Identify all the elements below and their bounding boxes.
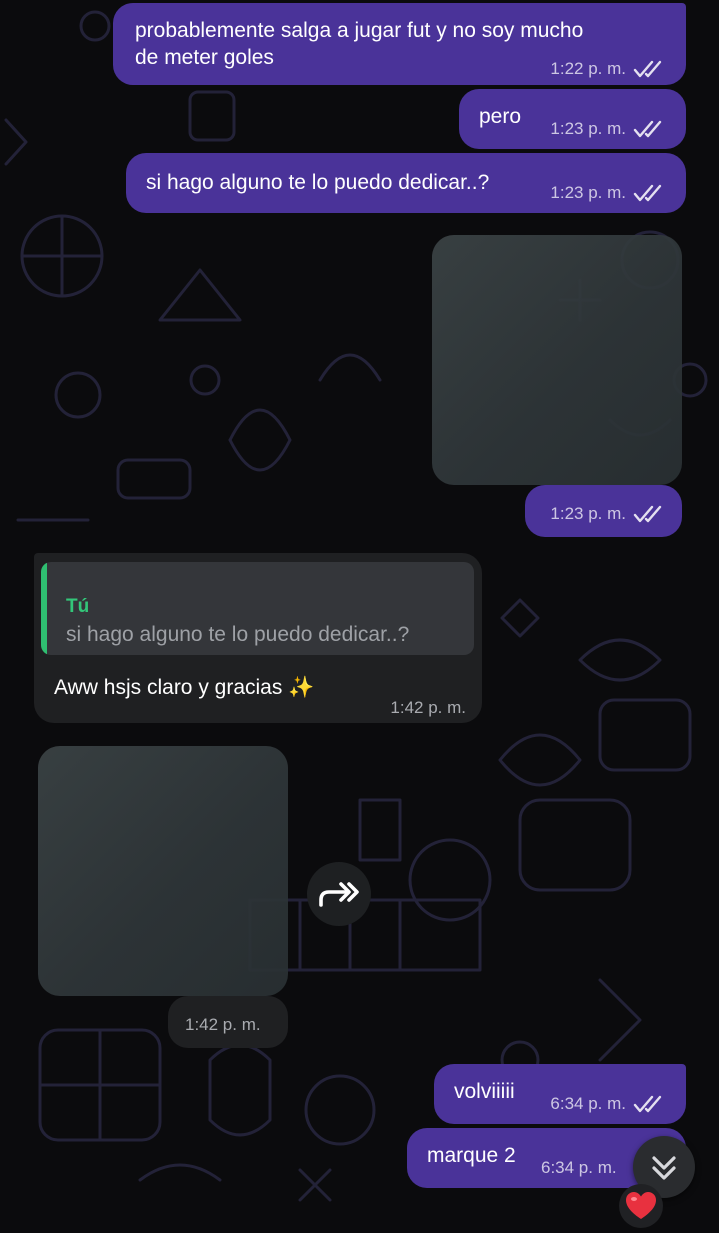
image-time-pill: 1:23 p. m. bbox=[525, 485, 682, 537]
message-reaction[interactable] bbox=[619, 1184, 663, 1228]
message-meta: 1:42 p. m. bbox=[185, 1011, 261, 1038]
outgoing-message[interactable]: pero 1:23 p. m. bbox=[459, 89, 686, 149]
image-time-pill: 1:42 p. m. bbox=[168, 996, 288, 1048]
message-meta: 6:34 p. m. bbox=[550, 1090, 667, 1117]
quoted-message[interactable]: Tú si hago alguno te lo puedo dedicar..? bbox=[41, 562, 474, 655]
message-meta: 1:23 p. m. bbox=[550, 115, 667, 142]
outgoing-message[interactable]: si hago alguno te lo puedo dedicar..? 1:… bbox=[126, 153, 686, 213]
message-time: 1:42 p. m. bbox=[185, 1015, 261, 1034]
quote-text: si hago alguno te lo puedo dedicar..? bbox=[66, 623, 410, 646]
message-meta: 6:34 p. m. bbox=[541, 1154, 617, 1181]
quote-author: Tú bbox=[66, 596, 90, 617]
forward-icon bbox=[319, 882, 359, 907]
message-time: 1:23 p. m. bbox=[550, 119, 626, 138]
message-time: 1:22 p. m. bbox=[550, 59, 626, 78]
double-check-icon bbox=[633, 1095, 662, 1112]
message-time: 6:34 p. m. bbox=[550, 1094, 626, 1113]
message-text: marque 2 bbox=[427, 1144, 516, 1167]
message-meta: 1:23 p. m. bbox=[550, 500, 667, 527]
heart-icon bbox=[626, 1192, 656, 1219]
double-check-icon bbox=[633, 60, 662, 77]
message-meta: 1:42 p. m. bbox=[390, 694, 466, 721]
forward-button[interactable] bbox=[307, 862, 371, 926]
quote-accent-bar bbox=[41, 562, 47, 655]
message-text: pero bbox=[479, 105, 522, 128]
message-time: 1:23 p. m. bbox=[550, 183, 626, 202]
double-check-icon bbox=[633, 184, 662, 201]
message-text: Aww hsjs claro y gracias ✨ bbox=[54, 676, 315, 699]
message-text: de meter goles bbox=[135, 46, 274, 69]
double-check-icon bbox=[633, 505, 662, 522]
shared-image[interactable] bbox=[38, 746, 288, 996]
message-time: 1:23 p. m. bbox=[550, 504, 626, 523]
message-text: volviiiii bbox=[454, 1080, 515, 1103]
outgoing-message[interactable]: probablemente salga a jugar fut y no soy… bbox=[113, 3, 686, 85]
message-time: 1:42 p. m. bbox=[390, 698, 466, 717]
shared-image[interactable] bbox=[432, 235, 682, 485]
message-text: si hago alguno te lo puedo dedicar..? bbox=[146, 171, 490, 194]
message-meta: 1:23 p. m. bbox=[550, 179, 667, 206]
incoming-message[interactable]: Tú si hago alguno te lo puedo dedicar..?… bbox=[34, 553, 482, 723]
message-text: probablemente salga a jugar fut y no soy… bbox=[135, 19, 584, 42]
double-check-icon bbox=[633, 120, 662, 137]
outgoing-message[interactable]: volviiiii 6:34 p. m. bbox=[434, 1064, 686, 1124]
message-time: 6:34 p. m. bbox=[541, 1158, 617, 1177]
message-meta: 1:22 p. m. bbox=[550, 55, 667, 82]
